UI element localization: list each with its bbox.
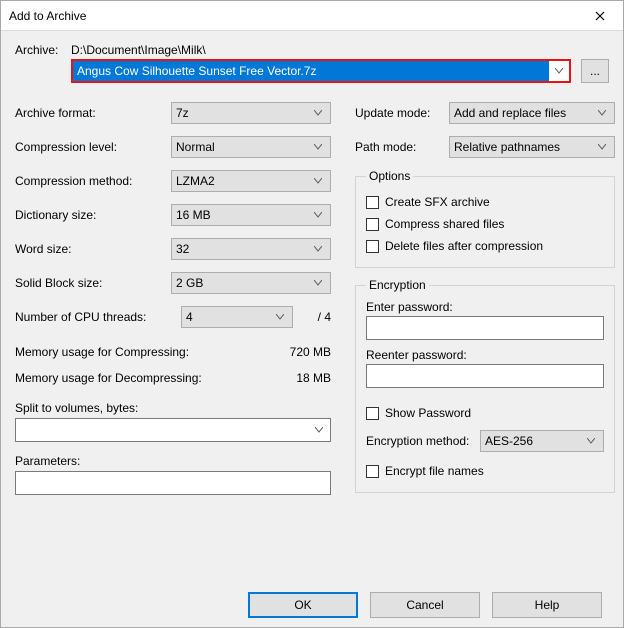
path-mode-value: Relative pathnames	[454, 140, 594, 154]
chevron-down-icon	[314, 212, 322, 218]
cpu-threads-value: 4	[186, 310, 272, 324]
chevron-down-icon	[314, 144, 322, 150]
archive-format-label: Archive format:	[15, 106, 171, 120]
solid-block-select[interactable]: 2 GB	[171, 272, 331, 294]
window-title: Add to Archive	[9, 9, 86, 23]
split-volumes-input[interactable]	[15, 418, 331, 442]
reenter-password-input[interactable]	[366, 364, 604, 388]
encrypt-names-label: Encrypt file names	[385, 464, 484, 478]
chevron-down-icon	[314, 178, 322, 184]
update-mode-label: Update mode:	[355, 106, 449, 120]
cpu-threads-label: Number of CPU threads:	[15, 310, 171, 324]
chevron-down-icon	[587, 438, 595, 444]
reenter-password-label: Reenter password:	[366, 348, 467, 362]
encryption-method-value: AES-256	[485, 434, 583, 448]
show-password-checkbox[interactable]	[366, 407, 379, 420]
word-size-select[interactable]: 32	[171, 238, 331, 260]
shared-checkbox[interactable]	[366, 218, 379, 231]
solid-block-value: 2 GB	[176, 276, 310, 290]
enter-password-label: Enter password:	[366, 300, 453, 314]
chevron-down-icon	[315, 427, 323, 433]
split-volumes-label: Split to volumes, bytes:	[15, 401, 331, 415]
chevron-down-icon	[598, 144, 606, 150]
add-to-archive-dialog: Add to Archive Archive: D:\Document\Imag…	[0, 0, 624, 628]
compression-level-label: Compression level:	[15, 140, 171, 154]
cpu-threads-max: / 4	[299, 310, 331, 324]
chevron-down-icon	[314, 280, 322, 286]
dialog-footer: OK Cancel Help	[0, 592, 624, 618]
delete-after-checkbox[interactable]	[366, 240, 379, 253]
browse-button[interactable]: ...	[581, 59, 609, 83]
compression-level-value: Normal	[176, 140, 310, 154]
chevron-down-icon	[314, 110, 322, 116]
right-column: Update mode: Add and replace files Path …	[355, 101, 615, 503]
archive-name-combo[interactable]: Angus Cow Silhouette Sunset Free Vector.…	[71, 59, 571, 83]
enter-password-input[interactable]	[366, 316, 604, 340]
mem-compress-value: 720 MB	[290, 345, 331, 361]
compression-method-select[interactable]: LZMA2	[171, 170, 331, 192]
archive-format-value: 7z	[176, 106, 310, 120]
help-button[interactable]: Help	[492, 592, 602, 618]
archive-name-value: Angus Cow Silhouette Sunset Free Vector.…	[73, 61, 549, 81]
parameters-input[interactable]	[15, 471, 331, 495]
archive-label: Archive:	[15, 43, 71, 57]
update-mode-value: Add and replace files	[454, 106, 594, 120]
close-button[interactable]	[577, 1, 623, 31]
show-password-label: Show Password	[385, 406, 471, 420]
close-icon	[595, 11, 605, 21]
encryption-method-label: Encryption method:	[366, 434, 469, 448]
encryption-legend: Encryption	[366, 278, 429, 292]
cpu-threads-select[interactable]: 4	[181, 306, 293, 328]
mem-compress-label: Memory usage for Compressing:	[15, 345, 189, 361]
ok-label: OK	[294, 598, 311, 612]
solid-block-label: Solid Block size:	[15, 276, 171, 290]
browse-label: ...	[590, 64, 600, 78]
word-size-value: 32	[176, 242, 310, 256]
dictionary-size-value: 16 MB	[176, 208, 310, 222]
dictionary-size-label: Dictionary size:	[15, 208, 171, 222]
titlebar: Add to Archive	[1, 1, 623, 31]
options-legend: Options	[366, 169, 413, 183]
compression-method-label: Compression method:	[15, 174, 171, 188]
encryption-method-select[interactable]: AES-256	[480, 430, 604, 452]
path-mode-label: Path mode:	[355, 140, 449, 154]
encrypt-names-checkbox[interactable]	[366, 465, 379, 478]
help-label: Help	[535, 598, 560, 612]
left-column: Archive format: 7z Compression level: No…	[15, 101, 331, 503]
chevron-down-icon	[314, 246, 322, 252]
path-mode-select[interactable]: Relative pathnames	[449, 136, 615, 158]
dictionary-size-select[interactable]: 16 MB	[171, 204, 331, 226]
options-group: Options Create SFX archive Compress shar…	[355, 169, 615, 268]
ok-button[interactable]: OK	[248, 592, 358, 618]
chevron-down-icon	[276, 314, 284, 320]
compression-method-value: LZMA2	[176, 174, 310, 188]
parameters-label: Parameters:	[15, 454, 331, 468]
mem-decompress-label: Memory usage for Decompressing:	[15, 371, 202, 387]
delete-after-label: Delete files after compression	[385, 239, 543, 253]
compression-level-select[interactable]: Normal	[171, 136, 331, 158]
word-size-label: Word size:	[15, 242, 171, 256]
archive-path: D:\Document\Image\Milk\	[71, 43, 206, 57]
cancel-label: Cancel	[406, 598, 443, 612]
archive-name-dropdown[interactable]	[549, 61, 569, 81]
chevron-down-icon	[555, 68, 563, 74]
sfx-label: Create SFX archive	[385, 195, 490, 209]
chevron-down-icon	[598, 110, 606, 116]
cancel-button[interactable]: Cancel	[370, 592, 480, 618]
sfx-checkbox[interactable]	[366, 196, 379, 209]
shared-label: Compress shared files	[385, 217, 504, 231]
encryption-group: Encryption Enter password: Reenter passw…	[355, 278, 615, 493]
update-mode-select[interactable]: Add and replace files	[449, 102, 615, 124]
mem-decompress-value: 18 MB	[296, 371, 331, 387]
archive-format-select[interactable]: 7z	[171, 102, 331, 124]
